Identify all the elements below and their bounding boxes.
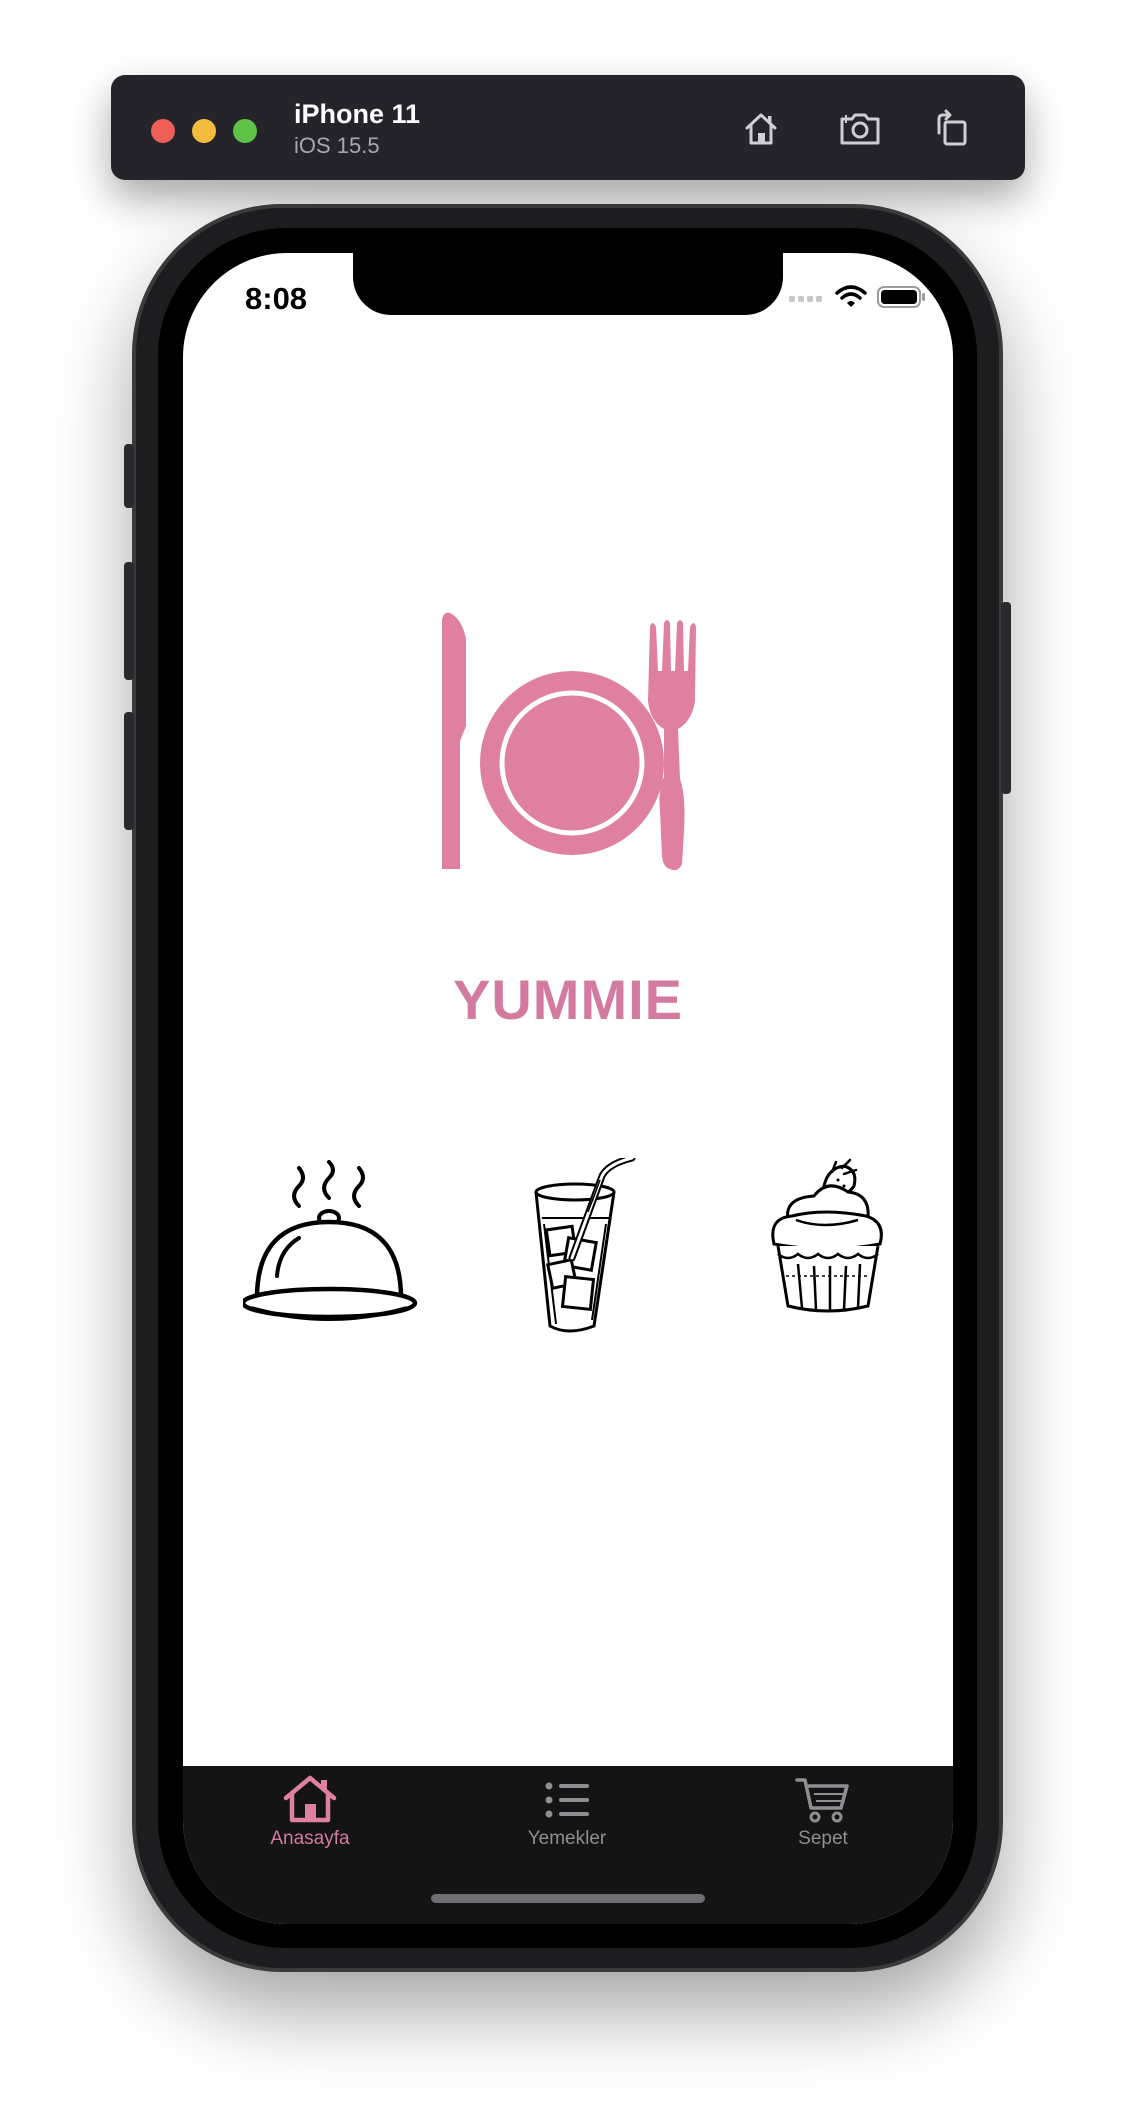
simulator-toolbar: iPhone 11 iOS 15.5 xyxy=(111,75,1025,180)
home-indicator[interactable] xyxy=(431,1894,705,1903)
cupcake-icon[interactable] xyxy=(768,1158,888,1318)
tab-yemekler[interactable]: Yemekler xyxy=(467,1774,667,1864)
house-icon xyxy=(283,1775,337,1823)
tab-label-sepet: Sepet xyxy=(798,1828,848,1849)
status-time: 8:08 xyxy=(245,281,308,316)
tab-label-anasayfa: Anasayfa xyxy=(270,1828,350,1849)
volume-up-button xyxy=(124,562,134,680)
cart-icon xyxy=(795,1778,849,1823)
home-icon xyxy=(745,113,777,145)
status-icons xyxy=(789,285,927,309)
minimize-window-button[interactable] xyxy=(192,119,216,143)
rotate-icon xyxy=(937,109,967,146)
list-icon xyxy=(545,1782,589,1818)
wifi-icon xyxy=(835,285,867,307)
plate-knife-fork-icon xyxy=(442,612,696,871)
zoom-window-button[interactable] xyxy=(233,119,257,143)
cellular-icon xyxy=(789,296,822,302)
os-version: iOS 15.5 xyxy=(294,133,380,158)
tab-label-yemekler: Yemekler xyxy=(527,1828,607,1849)
drink-glass-icon[interactable] xyxy=(528,1158,648,1338)
close-window-button[interactable] xyxy=(151,119,175,143)
battery-icon xyxy=(877,286,925,308)
rotate-button[interactable] xyxy=(927,105,975,153)
screenshot-button[interactable] xyxy=(837,105,885,153)
power-button xyxy=(1001,602,1011,794)
silent-switch xyxy=(124,444,134,508)
home-button[interactable] xyxy=(737,105,785,153)
tab-anasayfa[interactable]: Anasayfa xyxy=(210,1774,410,1864)
food-cloche-icon[interactable] xyxy=(243,1158,419,1328)
tab-sepet[interactable]: Sepet xyxy=(723,1774,923,1864)
phone-screen: 8:08 YUMMIE Anasayfa Yemekler Sepet xyxy=(183,253,953,1924)
app-title: YUMMIE xyxy=(453,968,683,1031)
notch xyxy=(353,253,783,315)
device-name: iPhone 11 xyxy=(294,99,421,129)
screenshot-icon xyxy=(840,113,880,145)
volume-down-button xyxy=(124,712,134,830)
